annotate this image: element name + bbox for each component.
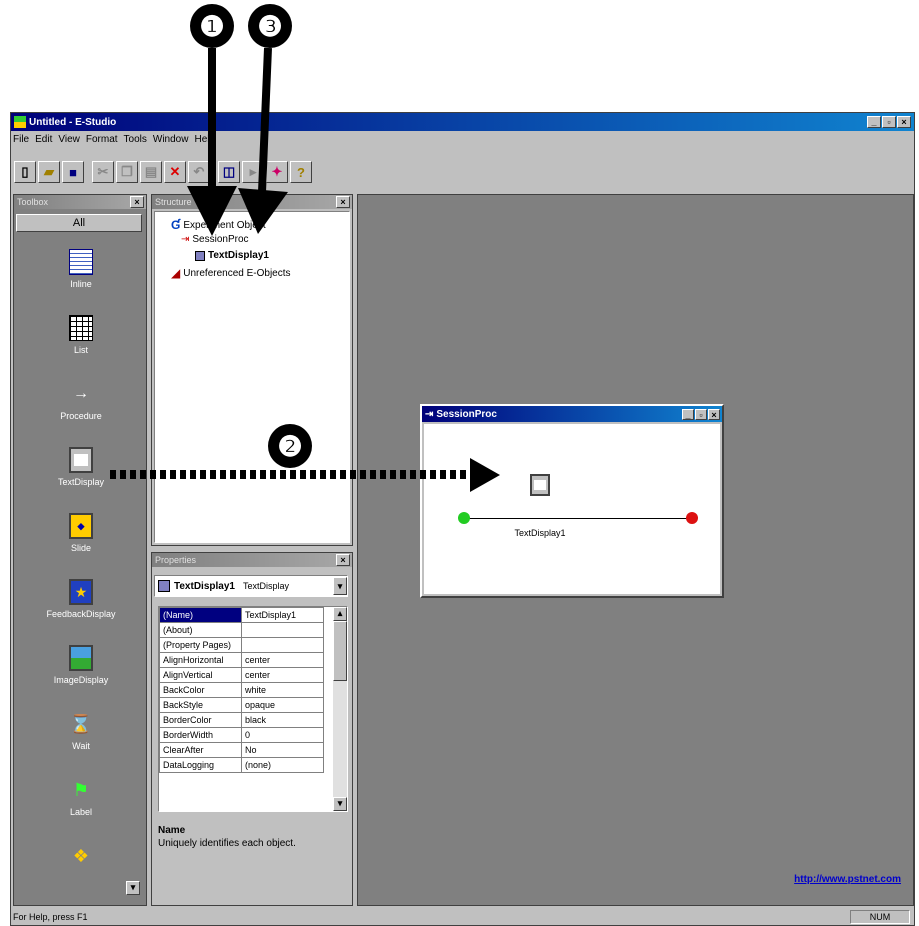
- arrow-1-head: [187, 186, 237, 236]
- arrow-2-head: [470, 458, 500, 492]
- callout-2: ❷: [268, 424, 312, 468]
- arrow-3-head: [238, 188, 288, 234]
- arrow-2-shaft: [110, 470, 472, 479]
- callout-arrows: [187, 47, 288, 236]
- arrow-3-shaft: [258, 47, 272, 193]
